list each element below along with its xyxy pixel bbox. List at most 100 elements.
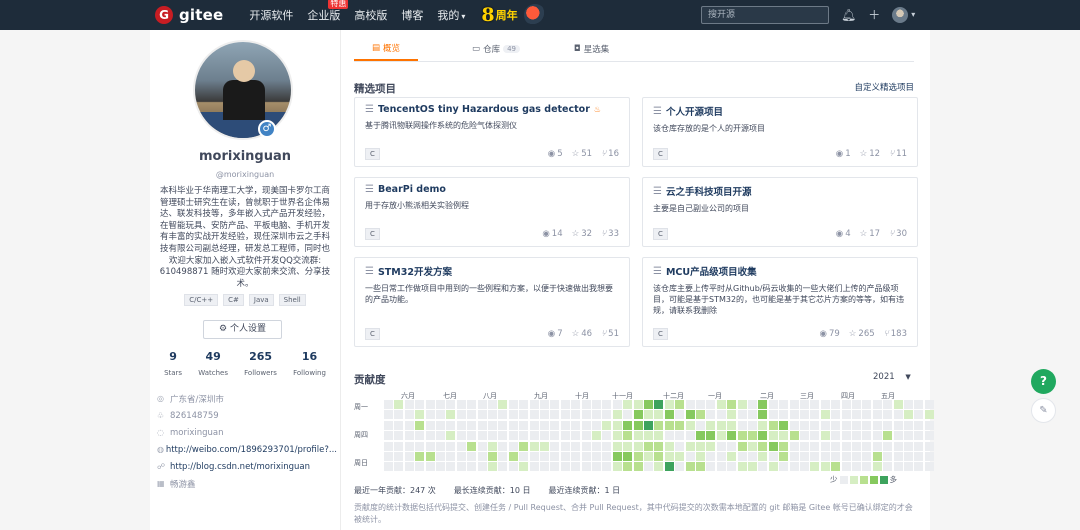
heatmap-cell[interactable] (904, 431, 913, 441)
heatmap-cell[interactable] (664, 462, 674, 472)
heatmap-cell[interactable] (540, 431, 549, 441)
heatmap-cell[interactable] (758, 452, 768, 461)
tab-repositories[interactable]: ▭ 仓库 49 (472, 36, 521, 61)
fork-stat[interactable]: ⑂ 33 (601, 229, 619, 239)
heatmap-cell[interactable] (664, 441, 674, 451)
heatmap-cell[interactable] (852, 420, 861, 430)
feedback-edit-icon[interactable]: ✎ (1031, 398, 1056, 423)
heatmap-cell[interactable] (924, 400, 934, 409)
heatmap-cell[interactable] (820, 452, 830, 461)
heatmap-cell[interactable] (550, 400, 560, 409)
heatmap-cell[interactable] (706, 400, 716, 409)
heatmap-cell[interactable] (904, 420, 913, 430)
project-name-link[interactable]: STM32开发方案 (378, 264, 452, 278)
heatmap-cell[interactable] (893, 441, 903, 451)
heatmap-cell[interactable] (852, 400, 861, 409)
heatmap-cell[interactable] (498, 462, 508, 472)
heatmap-cell[interactable] (664, 452, 674, 461)
project-name-link[interactable]: TencentOS tiny Hazardous gas detector (378, 104, 590, 115)
heatmap-cell[interactable] (623, 400, 633, 409)
heatmap-cell[interactable] (737, 410, 747, 420)
heatmap-cell[interactable] (696, 410, 705, 420)
heatmap-cell[interactable] (716, 400, 726, 409)
heatmap-cell[interactable] (748, 452, 757, 461)
heatmap-cell[interactable] (519, 462, 529, 472)
heatmap-cell[interactable] (623, 452, 633, 461)
help-button[interactable]: ? (1031, 369, 1056, 394)
chevron-down-icon[interactable]: ▾ (911, 6, 915, 24)
heatmap-cell[interactable] (675, 452, 685, 461)
heatmap-cell[interactable] (633, 462, 643, 472)
heatmap-cell[interactable] (654, 431, 664, 441)
stat-watches[interactable]: 49 Watches (198, 350, 228, 377)
heatmap-cell[interactable] (477, 420, 487, 430)
heatmap-cell[interactable] (800, 452, 809, 461)
heatmap-cell[interactable] (904, 400, 913, 409)
heatmap-cell[interactable] (779, 462, 789, 472)
heatmap-cell[interactable] (592, 400, 601, 409)
heatmap-cell[interactable] (789, 441, 799, 451)
heatmap-cell[interactable] (685, 452, 695, 461)
heatmap-cell[interactable] (581, 420, 591, 430)
heatmap-cell[interactable] (852, 431, 861, 441)
heatmap-cell[interactable] (862, 441, 872, 451)
tab-overview[interactable]: ▤ 概览 (354, 36, 419, 61)
weibo-link[interactable]: http://weibo.com/1896293701/profile?... (166, 445, 337, 455)
weibo-row[interactable]: ◍ http://weibo.com/1896293701/profile?... (157, 441, 337, 458)
heatmap-cell[interactable] (508, 400, 518, 409)
nav-education[interactable]: 高校版 (354, 7, 387, 23)
heatmap-cell[interactable] (602, 420, 612, 430)
heatmap-cell[interactable] (737, 400, 747, 409)
heatmap-cell[interactable] (519, 410, 529, 420)
heatmap-cell[interactable] (789, 462, 799, 472)
year-select[interactable]: 2021 ▼ (873, 372, 911, 382)
heatmap-cell[interactable] (831, 400, 841, 409)
heatmap-cell[interactable] (623, 441, 633, 451)
heatmap-cell[interactable] (467, 441, 477, 451)
heatmap-cell[interactable] (540, 410, 549, 420)
project-name-link[interactable]: BearPi demo (378, 184, 446, 195)
heatmap-cell[interactable] (446, 420, 456, 430)
heatmap-cell[interactable] (529, 462, 539, 472)
heatmap-cell[interactable] (924, 452, 934, 461)
heatmap-cell[interactable] (758, 441, 768, 451)
heatmap-cell[interactable] (384, 431, 393, 441)
heatmap-cell[interactable] (540, 462, 549, 472)
heatmap-cell[interactable] (768, 462, 778, 472)
heatmap-cell[interactable] (706, 431, 716, 441)
heatmap-cell[interactable] (404, 462, 414, 472)
heatmap-cell[interactable] (571, 462, 581, 472)
heatmap-cell[interactable] (508, 420, 518, 430)
heatmap-cell[interactable] (467, 431, 477, 441)
heatmap-cell[interactable] (467, 420, 477, 430)
heatmap-cell[interactable] (862, 431, 872, 441)
heatmap-cell[interactable] (508, 431, 518, 441)
customize-featured-link[interactable]: 自定义精选项目 (854, 81, 914, 93)
heatmap-cell[interactable] (560, 400, 570, 409)
heatmap-cell[interactable] (581, 410, 591, 420)
heatmap-cell[interactable] (550, 410, 560, 420)
heatmap-cell[interactable] (654, 462, 664, 472)
heatmap-cell[interactable] (831, 431, 841, 441)
heatmap-cell[interactable] (872, 462, 882, 472)
heatmap-cell[interactable] (467, 462, 477, 472)
heatmap-cell[interactable] (404, 420, 414, 430)
heatmap-cell[interactable] (592, 431, 601, 441)
heatmap-cell[interactable] (914, 452, 924, 461)
heatmap-cell[interactable] (519, 400, 529, 409)
heatmap-cell[interactable] (612, 452, 622, 461)
heatmap-cell[interactable] (456, 400, 466, 409)
star-stat[interactable]: ☆ 265 (849, 329, 875, 339)
heatmap-cell[interactable] (498, 410, 508, 420)
heatmap-cell[interactable] (540, 441, 549, 451)
heatmap-cell[interactable] (560, 452, 570, 461)
heatmap-cell[interactable] (664, 431, 674, 441)
heatmap-cell[interactable] (623, 410, 633, 420)
heatmap-cell[interactable] (675, 410, 685, 420)
heatmap-cell[interactable] (384, 462, 393, 472)
heatmap-cell[interactable] (612, 431, 622, 441)
heatmap-cell[interactable] (498, 400, 508, 409)
heatmap-cell[interactable] (716, 441, 726, 451)
stat-following[interactable]: 16 Following (293, 350, 326, 377)
heatmap-cell[interactable] (841, 462, 851, 472)
